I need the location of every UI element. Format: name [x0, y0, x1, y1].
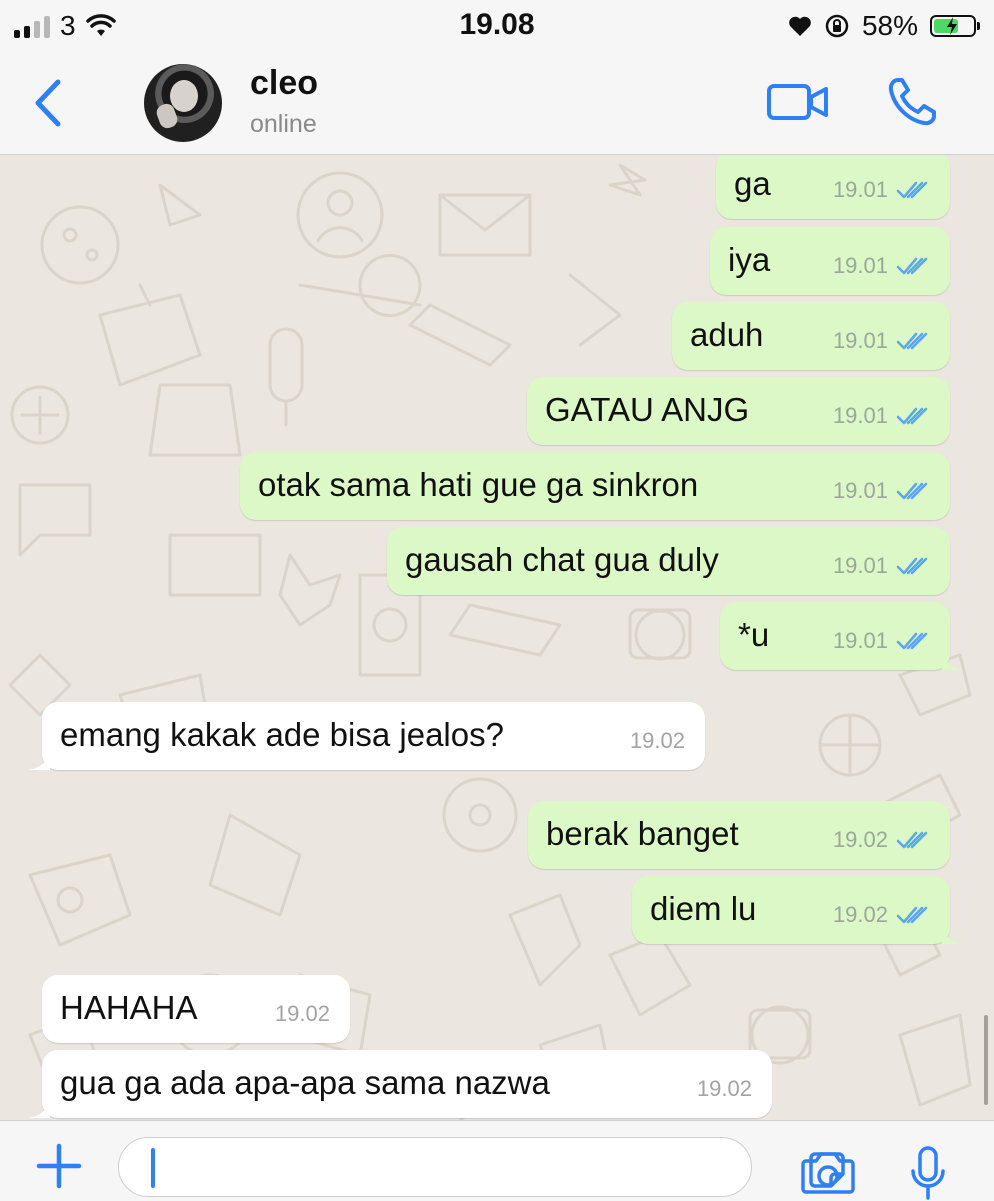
- microphone-icon[interactable]: [908, 1145, 948, 1201]
- message-time: 19.01: [832, 478, 888, 503]
- contact-status: online: [250, 110, 317, 138]
- message-text: emang kakak ade bisa jealos?: [60, 716, 504, 753]
- bubble-tail: [942, 926, 964, 944]
- message-text: ga: [734, 165, 771, 202]
- message-meta: 19.01: [833, 553, 930, 579]
- status-bar: 3 19.08 58%: [0, 0, 994, 52]
- read-receipt-icon: [896, 831, 928, 849]
- message-time: 19.01: [832, 553, 888, 578]
- message-text: diem lu: [650, 890, 757, 927]
- phone-icon[interactable]: [886, 76, 938, 128]
- outgoing-message-bubble[interactable]: *u 19.01: [720, 602, 964, 670]
- message-time: 19.02: [832, 827, 888, 852]
- read-receipt-icon: [896, 407, 928, 425]
- message-time: 19.01: [832, 628, 888, 653]
- incoming-message-bubble[interactable]: HAHAHA 19.02: [42, 975, 350, 1043]
- message-time: 19.02: [274, 1001, 330, 1026]
- incoming-message-bubble[interactable]: emang kakak ade bisa jealos? 19.02: [28, 702, 705, 770]
- message-input-bar: [0, 1120, 994, 1201]
- chat-area[interactable]: ga 19.01 iya 19.01 aduh 19.01 GATAU ANJG 19.01 o…: [0, 155, 994, 1120]
- message-text: HAHAHA: [60, 989, 198, 1026]
- read-receipt-icon: [896, 181, 928, 199]
- message-meta: 19.02: [630, 728, 685, 754]
- chat-header: cleo online: [0, 52, 994, 155]
- camera-icon[interactable]: [800, 1149, 856, 1195]
- message-time: 19.01: [832, 328, 888, 353]
- message-meta: 19.01: [833, 478, 930, 504]
- read-receipt-icon: [896, 632, 928, 650]
- message-meta: 19.01: [833, 628, 930, 654]
- message-time: 19.02: [696, 1076, 752, 1101]
- read-receipt-icon: [896, 482, 928, 500]
- message-text: GATAU ANJG: [545, 391, 750, 428]
- message-text: otak sama hati gue ga sinkron: [258, 466, 699, 503]
- message-time: 19.02: [832, 902, 888, 927]
- read-receipt-icon: [896, 906, 928, 924]
- outgoing-message-bubble[interactable]: iya 19.01: [710, 227, 950, 295]
- bubble-tail: [28, 752, 50, 770]
- outgoing-message-bubble[interactable]: otak sama hati gue ga sinkron 19.01: [240, 452, 950, 520]
- message-text: iya: [728, 241, 771, 278]
- message-meta: 19.02: [697, 1076, 752, 1102]
- status-bar-right: 58%: [788, 10, 980, 42]
- battery-percent: 58%: [861, 10, 918, 41]
- message-time: 19.02: [629, 728, 685, 753]
- back-chevron-icon[interactable]: [28, 78, 68, 128]
- read-receipt-icon: [896, 557, 928, 575]
- message-meta: 19.02: [833, 902, 930, 928]
- contact-avatar[interactable]: [144, 64, 222, 142]
- message-text: gua ga ada apa-apa sama nazwa: [60, 1064, 550, 1101]
- outgoing-message-bubble[interactable]: ga 19.01: [716, 155, 950, 219]
- read-receipt-icon: [896, 257, 928, 275]
- outgoing-message-bubble[interactable]: diem lu 19.02: [632, 876, 964, 944]
- message-text: gausah chat gua duly: [405, 541, 719, 578]
- plus-icon[interactable]: [34, 1141, 84, 1191]
- rotation-lock-icon: [825, 14, 849, 38]
- message-text: berak banget: [546, 815, 739, 852]
- video-call-icon[interactable]: [766, 82, 830, 122]
- contact-name[interactable]: cleo: [250, 64, 318, 103]
- outgoing-message-bubble[interactable]: berak banget 19.02: [528, 801, 950, 869]
- message-time: 19.01: [832, 177, 888, 202]
- read-receipt-icon: [896, 332, 928, 350]
- battery-icon: [930, 15, 980, 37]
- message-input[interactable]: [118, 1137, 845, 1197]
- outgoing-message-bubble[interactable]: GATAU ANJG 19.01: [527, 377, 950, 445]
- message-meta: 19.02: [275, 1001, 330, 1027]
- message-meta: 19.01: [833, 253, 930, 279]
- heart-icon: [789, 16, 811, 36]
- outgoing-message-bubble[interactable]: aduh 19.01: [672, 302, 950, 370]
- message-meta: 19.01: [833, 177, 930, 203]
- message-time: 19.01: [832, 253, 888, 278]
- bubble-tail: [942, 652, 964, 670]
- message-text: aduh: [690, 316, 764, 353]
- message-meta: 19.01: [833, 328, 930, 354]
- scroll-indicator[interactable]: [984, 1015, 988, 1105]
- incoming-message-bubble[interactable]: gua ga ada apa-apa sama nazwa 19.02: [28, 1050, 772, 1118]
- message-text: *u: [738, 616, 770, 653]
- message-meta: 19.01: [833, 403, 930, 429]
- message-meta: 19.02: [833, 827, 930, 853]
- outgoing-message-bubble[interactable]: gausah chat gua duly 19.01: [387, 527, 950, 595]
- text-cursor: [151, 1148, 155, 1188]
- bubble-tail: [28, 1100, 50, 1118]
- message-time: 19.01: [832, 403, 888, 428]
